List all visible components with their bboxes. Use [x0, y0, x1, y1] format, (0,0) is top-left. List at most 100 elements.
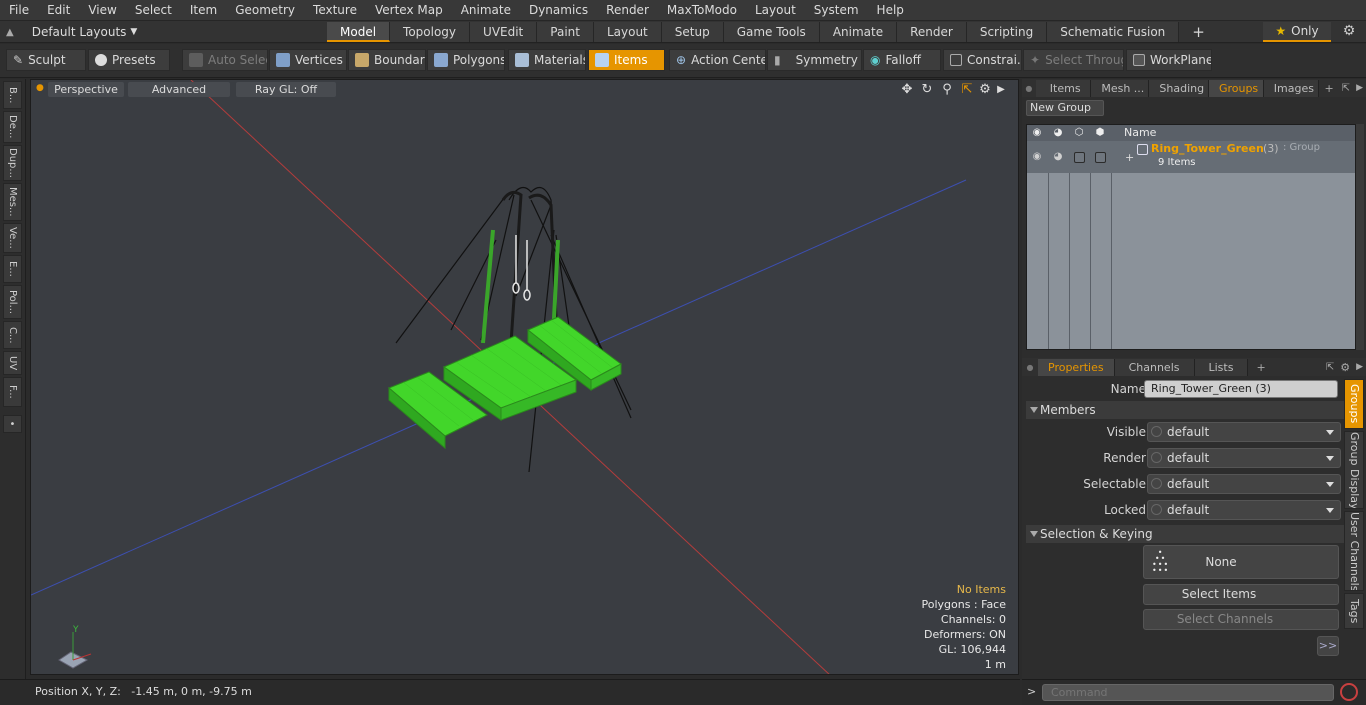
selection-keying-section[interactable]: Selection & Keying	[1026, 525, 1344, 543]
sculpt-button[interactable]: ✎ Sculpt	[6, 49, 86, 71]
vertices-button[interactable]: Vertices1	[269, 49, 347, 71]
tab-model[interactable]: Model	[327, 22, 391, 42]
tab-uvedit[interactable]: UVEdit	[470, 22, 538, 42]
tab-setup[interactable]: Setup	[661, 22, 724, 42]
side-tab-group-display[interactable]: Group Display	[1344, 431, 1364, 509]
command-input[interactable]	[1042, 684, 1334, 701]
visible-select[interactable]: default	[1147, 422, 1341, 442]
left-tab-deform[interactable]: De...	[3, 111, 22, 143]
tab-shading[interactable]: Shading	[1149, 80, 1209, 97]
polygons-button[interactable]: Polygons	[427, 49, 505, 71]
props-menu-dot-icon[interactable]: ●	[1022, 359, 1038, 376]
constraints-button[interactable]: Constrai...	[943, 49, 1022, 71]
side-tab-user-channels[interactable]: User Channels	[1344, 511, 1364, 591]
boundary-button[interactable]: Boundary	[348, 49, 426, 71]
expand-plus-icon[interactable]: +	[1125, 151, 1134, 164]
tab-lists[interactable]: Lists	[1194, 359, 1249, 376]
props-expand-icon[interactable]: ⇱	[1323, 359, 1337, 376]
materials-button[interactable]: Materials	[508, 49, 586, 71]
menu-geometry[interactable]: Geometry	[226, 0, 304, 21]
new-group-button[interactable]: New Group	[1026, 100, 1104, 116]
gear-icon[interactable]: ⚙	[1340, 23, 1358, 41]
tab-items[interactable]: Items	[1035, 80, 1092, 97]
tab-render[interactable]: Render	[897, 22, 967, 42]
panel-expand-icon[interactable]: ⇱	[1339, 80, 1353, 97]
members-section[interactable]: Members	[1026, 401, 1344, 419]
side-tab-groups[interactable]: Groups	[1344, 379, 1364, 429]
tab-topology[interactable]: Topology	[390, 22, 471, 42]
menu-texture[interactable]: Texture	[304, 0, 366, 21]
row-select-checkbox[interactable]	[1074, 152, 1085, 163]
symmetry-button[interactable]: ▮ Symmetry	[767, 49, 862, 71]
select-through-button[interactable]: ✦ Select Through	[1023, 49, 1124, 71]
menu-dynamics[interactable]: Dynamics	[520, 0, 597, 21]
tab-animate[interactable]: Animate	[819, 22, 898, 42]
rotate-icon[interactable]: ↻	[919, 82, 935, 98]
items-button[interactable]: Items5	[588, 49, 665, 71]
visibility-eye-icon[interactable]: ◉	[1030, 126, 1044, 140]
view-mode-button[interactable]: Perspective	[48, 82, 124, 97]
left-tab-edge[interactable]: E...	[3, 255, 22, 283]
tab-game-tools[interactable]: Game Tools	[723, 22, 820, 42]
tab-images[interactable]: Images	[1263, 80, 1320, 97]
falloff-button[interactable]: ◉ Falloff	[863, 49, 941, 71]
tab-groups[interactable]: Groups	[1208, 80, 1264, 97]
layout-selector[interactable]: ▲ Default Layouts ▼	[6, 21, 137, 43]
menu-view[interactable]: View	[79, 0, 125, 21]
row-lock-checkbox[interactable]	[1095, 152, 1106, 163]
left-tab-curve[interactable]: C...	[3, 321, 22, 349]
menu-edit[interactable]: Edit	[38, 0, 79, 21]
locked-select[interactable]: default	[1147, 500, 1341, 520]
row-visibility-icon[interactable]: ◉	[1030, 150, 1044, 164]
maximize-icon[interactable]: ⇱	[959, 82, 975, 98]
side-tab-tags[interactable]: Tags	[1344, 593, 1364, 629]
workplane-button[interactable]: WorkPlane	[1126, 49, 1212, 71]
name-field[interactable]: Ring_Tower_Green (3)	[1144, 380, 1338, 398]
action-center-button[interactable]: ⊕ Action Center	[669, 49, 766, 71]
menu-select[interactable]: Select	[126, 0, 181, 21]
menu-file[interactable]: File	[0, 0, 38, 21]
left-tab-polygon[interactable]: Pol...	[3, 285, 22, 319]
tab-mesh[interactable]: Mesh ...	[1091, 80, 1150, 97]
select-channels-button[interactable]: Select Channels	[1143, 609, 1339, 630]
panel-more-icon[interactable]: ▶	[1353, 80, 1366, 97]
left-tab-more[interactable]: •	[3, 415, 22, 433]
tab-paint[interactable]: Paint	[537, 22, 594, 42]
tab-channels[interactable]: Channels	[1114, 359, 1195, 376]
collapse-arrow-icon[interactable]: ▲	[6, 27, 14, 38]
3d-viewport[interactable]: Y ● Perspective Advanced Ray GL: Off ✥ ↻…	[30, 79, 1019, 675]
shading-mode-button[interactable]: Advanced	[128, 82, 230, 97]
pan-icon[interactable]: ✥	[899, 82, 915, 98]
menu-render[interactable]: Render	[597, 0, 658, 21]
lock-cube-icon[interactable]: ⬢	[1093, 126, 1107, 140]
left-tab-vertex[interactable]: Ve...	[3, 223, 22, 253]
row-render-icon[interactable]: ◕	[1051, 150, 1065, 164]
selectable-select[interactable]: default	[1147, 474, 1341, 494]
menu-maxtomodo[interactable]: MaxToModo	[658, 0, 746, 21]
left-tab-duplicate[interactable]: Dup...	[3, 145, 22, 181]
render-select[interactable]: default	[1147, 448, 1341, 468]
panel-menu-dot-icon[interactable]: ●	[1022, 80, 1036, 97]
groups-list[interactable]: ◉ ◕ ⬡ ⬢ Name ◉ ◕ + Ring_Tower_Green (3) …	[1026, 124, 1356, 350]
menu-item[interactable]: Item	[181, 0, 226, 21]
viewport-expand-icon[interactable]: ▶	[993, 82, 1009, 98]
raygl-button[interactable]: Ray GL: Off	[236, 82, 336, 97]
left-tab-fusion[interactable]: F...	[3, 377, 22, 407]
menu-help[interactable]: Help	[868, 0, 913, 21]
props-gear-icon[interactable]: ⚙	[1337, 359, 1353, 376]
keying-none-button[interactable]: • •• ••• ••• None	[1143, 545, 1339, 579]
left-tab-uv[interactable]: UV	[3, 351, 22, 375]
menu-vertex-map[interactable]: Vertex Map	[366, 0, 452, 21]
viewport-scene[interactable]: Y	[31, 80, 1019, 675]
tab-scripting[interactable]: Scripting	[966, 22, 1048, 42]
add-tab-icon[interactable]: +	[1319, 80, 1338, 97]
props-more-icon[interactable]: ▶	[1353, 359, 1366, 376]
menu-animate[interactable]: Animate	[452, 0, 520, 21]
menu-system[interactable]: System	[805, 0, 868, 21]
select-cube-icon[interactable]: ⬡	[1072, 126, 1086, 140]
group-row[interactable]: ◉ ◕ + Ring_Tower_Green (3) : Group 9 Ite…	[1027, 141, 1355, 173]
left-tab-basic[interactable]: B...	[3, 81, 22, 109]
add-prop-tab-icon[interactable]: +	[1248, 359, 1273, 376]
zoom-icon[interactable]: ⚲	[939, 82, 955, 98]
viewport-gear-icon[interactable]: ⚙	[977, 82, 993, 98]
